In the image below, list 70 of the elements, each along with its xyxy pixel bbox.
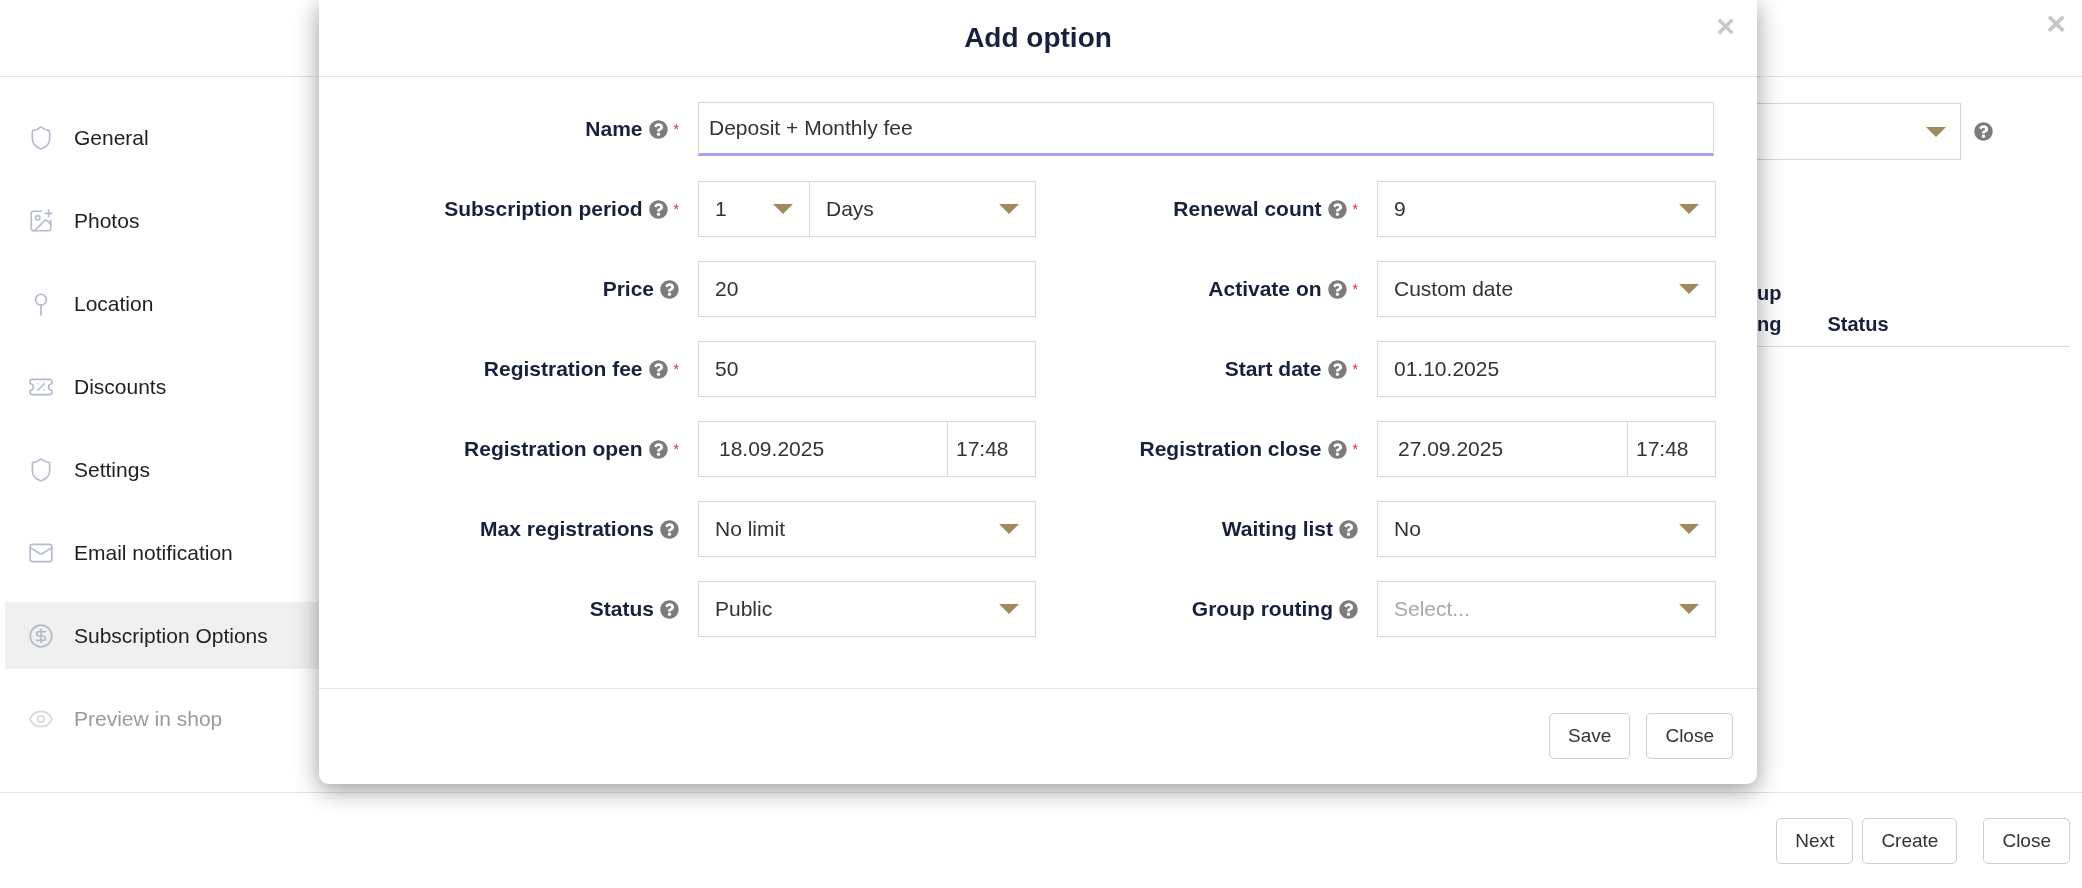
- field-label: Waiting list: [1221, 516, 1333, 543]
- footer-button[interactable]: Save: [1549, 713, 1631, 759]
- field-label: Start date: [1224, 356, 1322, 383]
- select-field[interactable]: No: [1377, 501, 1716, 557]
- date-field[interactable]: 27.09.2025: [1377, 421, 1628, 477]
- help-icon[interactable]: [1339, 519, 1358, 539]
- help-icon[interactable]: [660, 279, 679, 299]
- caret-icon: [1679, 604, 1699, 614]
- text-field[interactable]: 20: [698, 261, 1036, 317]
- caret-icon: [1679, 284, 1699, 294]
- required-mark: *: [1352, 442, 1358, 456]
- field-label: Registration close: [1139, 436, 1322, 463]
- help-icon[interactable]: [660, 599, 679, 619]
- required-mark: *: [1352, 202, 1358, 216]
- unit-select[interactable]: Days: [810, 181, 1036, 237]
- date-field[interactable]: 18.09.2025: [698, 421, 948, 477]
- caret-icon: [999, 204, 1019, 214]
- help-icon[interactable]: [648, 439, 668, 459]
- field-label: Group routing: [1191, 596, 1333, 623]
- text-field[interactable]: 01.10.2025: [1377, 341, 1716, 397]
- field-label: Registration open: [464, 436, 643, 463]
- required-mark: *: [673, 202, 679, 216]
- caret-icon: [999, 604, 1019, 614]
- caret-icon: [773, 204, 793, 214]
- required-mark: *: [673, 362, 679, 376]
- modal-title: Add option: [964, 21, 1112, 55]
- help-icon[interactable]: [660, 519, 679, 539]
- help-icon[interactable]: [1327, 199, 1347, 219]
- column-header: Status: [1827, 312, 1889, 337]
- field-label: Subscription period: [444, 196, 643, 223]
- select-field[interactable]: No limit: [698, 501, 1036, 557]
- column-header: up ng: [1757, 281, 1782, 337]
- field-label: Price: [602, 276, 654, 303]
- required-mark: *: [673, 122, 679, 136]
- dollar-circle-icon: [28, 622, 54, 649]
- text-field[interactable]: 50: [698, 341, 1036, 397]
- image-plus-icon: [28, 207, 54, 234]
- help-icon[interactable]: [648, 359, 668, 379]
- select-field[interactable]: 9: [1377, 181, 1716, 237]
- footer-button[interactable]: Close: [1646, 713, 1733, 759]
- help-icon[interactable]: [648, 199, 668, 219]
- time-field[interactable]: 17:48: [948, 421, 1036, 477]
- footer-button[interactable]: Close: [1983, 818, 2070, 864]
- help-icon[interactable]: [1339, 599, 1358, 619]
- name-field[interactable]: Deposit + Monthly fee: [698, 102, 1714, 156]
- select-field[interactable]: Public: [698, 581, 1036, 637]
- footer-button[interactable]: Create: [1862, 818, 1958, 864]
- required-mark: *: [1352, 282, 1358, 296]
- time-field[interactable]: 17:48: [1628, 421, 1716, 477]
- field-label: Status: [589, 596, 654, 623]
- number-select[interactable]: 1: [698, 181, 810, 237]
- required-mark: *: [673, 442, 679, 456]
- field-label: Renewal count: [1173, 196, 1322, 223]
- help-icon[interactable]: [1327, 279, 1347, 299]
- help-icon[interactable]: [1327, 439, 1347, 459]
- select-field[interactable]: Custom date: [1377, 261, 1716, 317]
- help-icon[interactable]: [648, 119, 668, 139]
- caret-icon: [999, 524, 1019, 534]
- help-icon[interactable]: [1974, 122, 1993, 141]
- sidebar-item[interactable]: Subscription Options: [5, 602, 319, 669]
- caret-icon: [1926, 126, 1946, 137]
- field-label: Max registrations: [480, 516, 654, 543]
- caret-icon: [1679, 204, 1699, 214]
- footer-button[interactable]: Next: [1776, 818, 1854, 864]
- required-mark: *: [1352, 362, 1358, 376]
- caret-icon: [1679, 524, 1699, 534]
- help-icon[interactable]: [1327, 359, 1347, 379]
- field-label: Activate on: [1208, 276, 1322, 303]
- field-label: Name: [585, 116, 643, 143]
- field-label: Registration fee: [483, 356, 643, 383]
